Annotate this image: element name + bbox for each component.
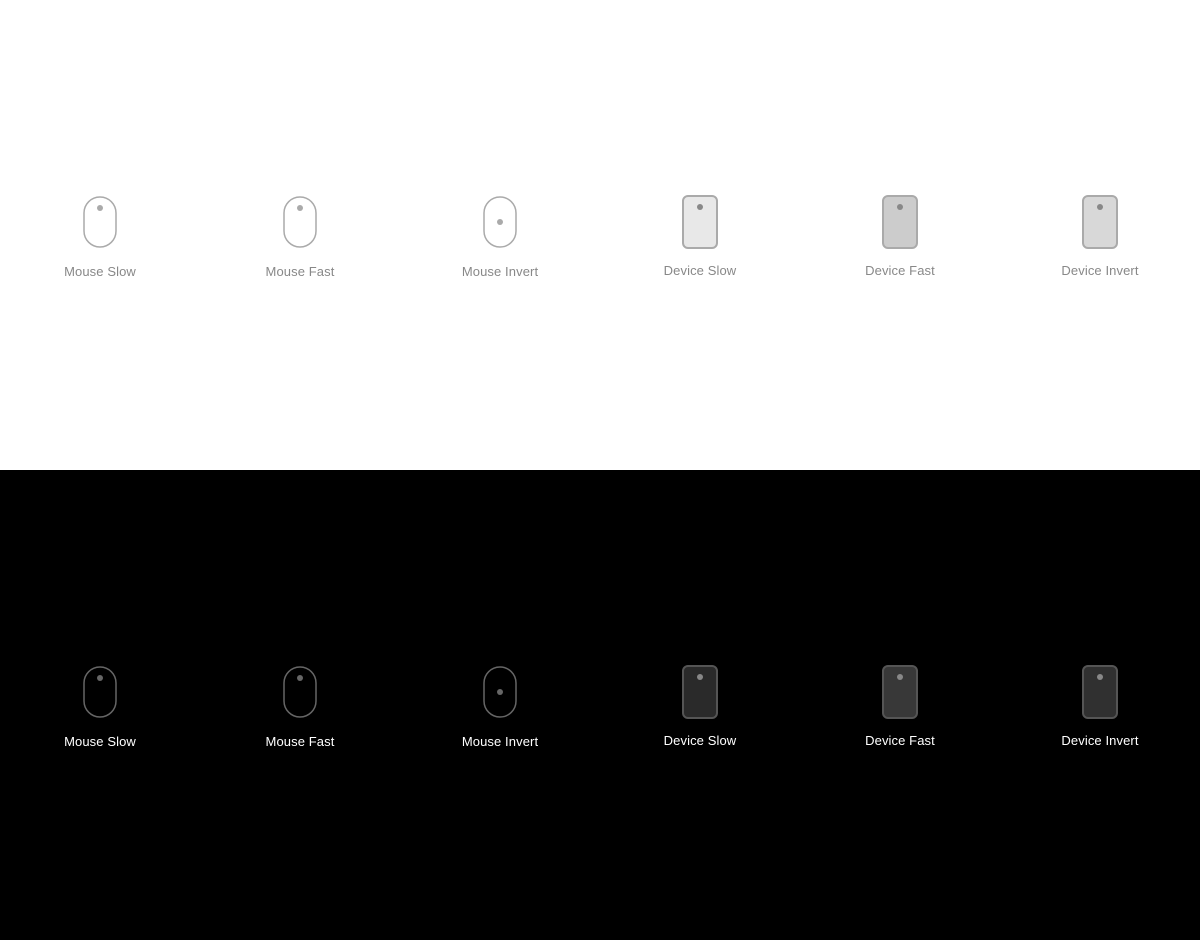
device-invert-light-label: Device Invert — [1061, 263, 1138, 278]
dark-icons-row: Mouse Slow Mouse Fast Mouse Invert Dev — [0, 662, 1200, 749]
mouse-slow-icon-light — [79, 192, 121, 252]
mouse-invert-dark-label: Mouse Invert — [462, 734, 538, 749]
mouse-fast-dark-label: Mouse Fast — [266, 734, 335, 749]
device-invert-dark: Device Invert — [1000, 663, 1200, 748]
device-invert-icon-light — [1079, 193, 1121, 251]
mouse-invert-dark: Mouse Invert — [400, 662, 600, 749]
device-slow-light: Device Slow — [600, 193, 800, 278]
device-fast-light-label: Device Fast — [865, 263, 935, 278]
device-invert-icon-dark — [1079, 663, 1121, 721]
device-fast-dark: Device Fast — [800, 663, 1000, 748]
light-section: Mouse Slow Mouse Fast Mouse Invert Dev — [0, 0, 1200, 470]
mouse-fast-icon-dark — [279, 662, 321, 722]
device-slow-icon-light — [679, 193, 721, 251]
device-fast-dark-label: Device Fast — [865, 733, 935, 748]
device-fast-icon-dark — [879, 663, 921, 721]
mouse-slow-light: Mouse Slow — [0, 192, 200, 279]
device-slow-dark: Device Slow — [600, 663, 800, 748]
device-fast-light: Device Fast — [800, 193, 1000, 278]
mouse-invert-light-label: Mouse Invert — [462, 264, 538, 279]
mouse-fast-light: Mouse Fast — [200, 192, 400, 279]
mouse-slow-light-label: Mouse Slow — [64, 264, 136, 279]
device-fast-icon-light — [879, 193, 921, 251]
mouse-slow-dark-label: Mouse Slow — [64, 734, 136, 749]
device-slow-light-label: Device Slow — [664, 263, 737, 278]
dark-section: Mouse Slow Mouse Fast Mouse Invert Dev — [0, 470, 1200, 940]
mouse-slow-dark: Mouse Slow — [0, 662, 200, 749]
mouse-slow-icon-dark — [79, 662, 121, 722]
device-slow-icon-dark — [679, 663, 721, 721]
mouse-fast-dark: Mouse Fast — [200, 662, 400, 749]
device-slow-dark-label: Device Slow — [664, 733, 737, 748]
light-icons-row: Mouse Slow Mouse Fast Mouse Invert Dev — [0, 192, 1200, 279]
device-invert-light: Device Invert — [1000, 193, 1200, 278]
mouse-invert-light: Mouse Invert — [400, 192, 600, 279]
device-invert-dark-label: Device Invert — [1061, 733, 1138, 748]
mouse-fast-icon-light — [279, 192, 321, 252]
mouse-invert-icon-light — [479, 192, 521, 252]
mouse-invert-icon-dark — [479, 662, 521, 722]
mouse-fast-light-label: Mouse Fast — [266, 264, 335, 279]
